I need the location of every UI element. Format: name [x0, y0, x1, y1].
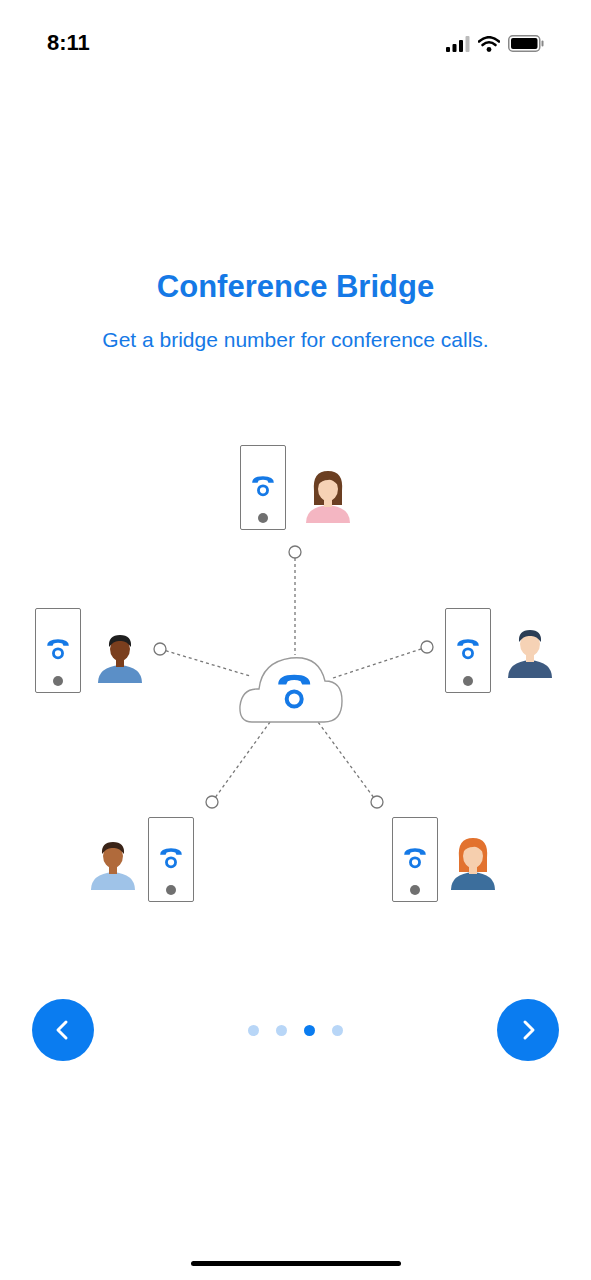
status-time: 8:11	[47, 28, 90, 58]
subtitle: Get a bridge number for conference calls…	[102, 326, 488, 354]
previous-button[interactable]	[32, 999, 94, 1061]
phone	[392, 817, 438, 902]
home-button	[53, 676, 63, 686]
cloud-icon	[240, 658, 342, 722]
page-dots	[248, 1025, 343, 1036]
title: Conference Bridge	[157, 267, 434, 307]
phone	[148, 817, 194, 902]
next-button[interactable]	[497, 999, 559, 1061]
phone-icon	[402, 845, 428, 871]
phone	[445, 608, 491, 693]
phone	[240, 445, 286, 530]
home-button	[258, 513, 268, 523]
wifi-icon	[478, 36, 500, 52]
connection-lines	[0, 430, 591, 910]
status-bar: 8:11	[0, 0, 591, 88]
page-dot[interactable]	[304, 1025, 315, 1036]
home-indicator[interactable]	[191, 1261, 401, 1266]
phone	[35, 608, 81, 693]
signal-icon	[446, 36, 470, 52]
person-icon	[94, 627, 146, 683]
person-icon	[504, 622, 556, 678]
person-icon	[87, 834, 139, 890]
battery-icon	[508, 35, 544, 52]
chevron-right-icon	[517, 1019, 539, 1041]
person-icon	[447, 834, 499, 890]
phone-icon	[158, 845, 184, 871]
page-dot[interactable]	[276, 1025, 287, 1036]
home-button	[410, 885, 420, 895]
phone-icon	[455, 636, 481, 662]
phone-icon	[250, 473, 276, 499]
page-dot[interactable]	[332, 1025, 343, 1036]
pager	[0, 999, 591, 1061]
page-dot[interactable]	[248, 1025, 259, 1036]
chevron-left-icon	[52, 1019, 74, 1041]
status-icons	[446, 28, 544, 52]
home-button	[166, 885, 176, 895]
bridge-diagram	[0, 430, 591, 910]
screen: 8:11 Conference Bridge Get a bridge number…	[0, 0, 591, 1280]
person-icon	[302, 467, 354, 523]
home-button	[463, 676, 473, 686]
phone-icon	[45, 636, 71, 662]
